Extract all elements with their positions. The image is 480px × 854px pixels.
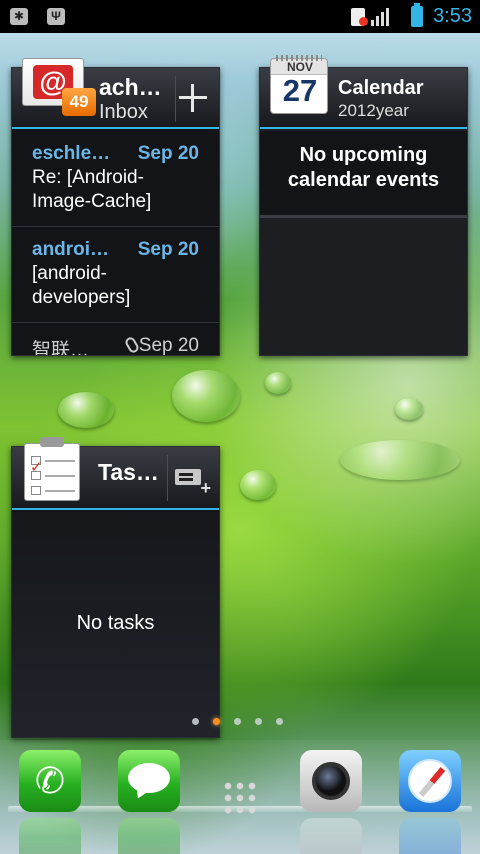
header-divider [167,455,168,501]
water-drop [395,398,423,420]
page-dot[interactable] [192,718,199,725]
battery-icon [411,3,424,27]
messages-app-icon[interactable] [118,750,180,812]
mail-date-text: Sep 20 [138,335,199,355]
mail-subject: [android-developers] [32,263,131,308]
dock: ✆ [0,740,480,854]
page-indicator[interactable] [192,718,283,725]
usb-icon: Ψ [47,8,65,25]
mail-subject: Re: [Android-Image-Cache] [32,167,152,212]
water-drop [58,392,114,428]
calendar-page-icon: NOV 27 [270,58,328,114]
page-dot[interactable] [255,718,262,725]
email-widget[interactable]: 49 ach… Inbox eschle… Sep 20 Re: [Androi… [11,58,220,356]
calendar-app-icon[interactable]: NOV 27 [270,55,330,118]
mail-item[interactable]: 智联… Sep 20 [12,323,219,355]
calendar-empty-message: No upcoming calendar events [260,131,467,218]
phone-reflection [19,818,81,854]
app-launcher-icon[interactable] [222,780,258,816]
calendar-widget-header[interactable]: NOV 27 Calendar 2012year [260,55,467,129]
page-dot-active[interactable] [213,718,220,725]
tasks-empty-message: No tasks [76,612,155,634]
calendar-widget[interactable]: NOV 27 Calendar 2012year No upcoming cal… [259,55,468,356]
calendar-title: Calendar [338,77,424,99]
unread-count-badge: 49 [62,88,96,116]
check-icon: ✓ [30,459,43,476]
mail-date: Sep 20 [137,239,199,260]
water-drop [240,470,276,500]
camera-lens-icon [312,762,350,800]
camera-reflection [300,818,362,854]
page-dot[interactable] [234,718,241,725]
browser-app-icon[interactable] [399,750,461,812]
phone-app-icon[interactable]: ✆ [19,750,81,812]
mail-item[interactable]: androi… Sep 20 [android-developers] [12,227,219,323]
tasks-widget-header[interactable]: ✓ Tas… + [12,437,219,510]
compass-icon [408,759,452,803]
add-task-button[interactable]: + [173,461,211,499]
status-bar[interactable]: ✱ Ψ 3:53 [0,0,480,33]
mail-date: Sep 20 [137,143,199,164]
attachment-icon [123,335,141,355]
tasks-widget[interactable]: ✓ Tas… + No tasks [11,437,220,738]
browser-reflection [399,818,461,854]
speech-bubble-icon [128,763,170,793]
mail-item[interactable]: eschle… Sep 20 Re: [Android-Image-Cache] [12,131,219,227]
task-tray-icon [175,469,201,485]
email-folder-name: Inbox [99,101,148,123]
mail-date: Sep 20 [123,335,199,355]
page-dot[interactable] [276,718,283,725]
water-drop [265,372,291,394]
email-app-icon[interactable]: 49 [22,58,96,118]
tasks-app-icon[interactable]: ✓ [24,437,82,501]
clipboard-icon: ✓ [24,443,80,501]
status-clock: 3:53 [433,5,472,27]
calendar-rings [276,55,322,61]
water-drop [340,440,460,480]
email-account-name: ach… [99,74,162,100]
plus-icon: + [200,478,211,498]
calendar-subtitle: 2012year [338,101,409,120]
no-sim-icon [351,7,369,26]
android-debug-icon: ✱ [10,8,28,25]
mail-list[interactable]: eschle… Sep 20 Re: [Android-Image-Cache]… [12,131,219,355]
phone-handset-icon: ✆ [34,760,66,801]
compose-button[interactable] [173,78,213,118]
camera-app-icon[interactable] [300,750,362,812]
tasks-list[interactable]: No tasks [12,512,219,737]
signal-icon [371,7,390,26]
email-widget-header[interactable]: 49 ach… Inbox [12,58,219,129]
calendar-icon-day: 27 [282,73,318,108]
tasks-title: Tas… [98,459,159,485]
water-drop [172,370,240,422]
messages-reflection [118,818,180,854]
